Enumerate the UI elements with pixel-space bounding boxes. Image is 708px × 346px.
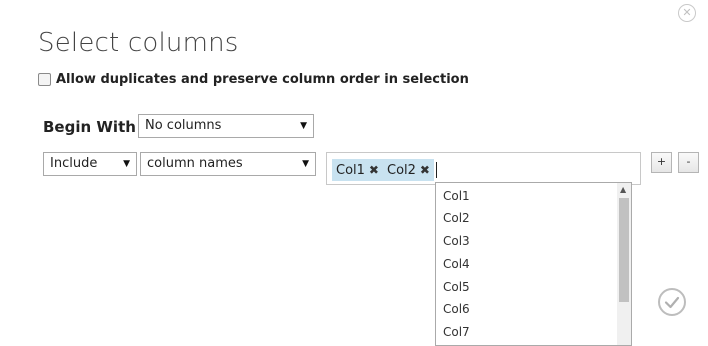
begin-with-select[interactable]: No columns ▼ bbox=[138, 114, 314, 138]
remove-rule-button[interactable]: - bbox=[678, 152, 699, 173]
column-tag: Col2 ✖ bbox=[383, 159, 434, 181]
begin-with-value: No columns bbox=[145, 118, 222, 133]
dropdown-option[interactable]: Col4 bbox=[443, 257, 470, 271]
x-icon[interactable]: ✖ bbox=[420, 163, 430, 177]
x-icon[interactable]: ✖ bbox=[369, 163, 379, 177]
column-type-select[interactable]: column names ▼ bbox=[140, 152, 316, 176]
triangle-down-icon: ▼ bbox=[300, 121, 307, 131]
column-tag-label: Col1 bbox=[336, 163, 365, 178]
dialog-title: Select columns bbox=[38, 28, 239, 58]
allow-duplicates-row[interactable]: Allow duplicates and preserve column ord… bbox=[38, 72, 469, 87]
scroll-up-arrow-icon[interactable]: ▲ bbox=[620, 185, 626, 194]
column-tag: Col1 ✖ bbox=[332, 159, 383, 181]
dropdown-option[interactable]: Col7 bbox=[443, 325, 470, 339]
include-value: Include bbox=[50, 156, 98, 171]
column-tag-input[interactable]: Col1 ✖ Col2 ✖ bbox=[326, 152, 641, 185]
begin-with-label: Begin With bbox=[43, 118, 136, 136]
dropdown-option[interactable]: Col5 bbox=[443, 280, 470, 294]
column-type-value: column names bbox=[147, 156, 243, 171]
column-dropdown-list[interactable]: Col1 Col2 Col3 Col4 Col5 Col6 Col7 ▲ bbox=[435, 182, 632, 346]
scrollbar-thumb[interactable] bbox=[619, 198, 629, 302]
triangle-down-icon: ▼ bbox=[123, 159, 130, 169]
dropdown-option[interactable]: Col6 bbox=[443, 302, 470, 316]
include-select[interactable]: Include ▼ bbox=[43, 152, 137, 176]
dropdown-scrollbar[interactable]: ▲ bbox=[617, 183, 631, 345]
allow-duplicates-checkbox[interactable] bbox=[38, 73, 51, 86]
add-rule-button[interactable]: + bbox=[651, 152, 672, 173]
confirm-button[interactable] bbox=[658, 288, 686, 316]
column-tag-label: Col2 bbox=[387, 163, 416, 178]
allow-duplicates-label: Allow duplicates and preserve column ord… bbox=[56, 72, 469, 87]
dropdown-option[interactable]: Col2 bbox=[443, 211, 470, 225]
triangle-down-icon: ▼ bbox=[302, 159, 309, 169]
dropdown-option[interactable]: Col1 bbox=[443, 189, 470, 203]
checkmark-icon bbox=[664, 296, 680, 309]
text-caret bbox=[436, 162, 437, 178]
dropdown-option[interactable]: Col3 bbox=[443, 234, 470, 248]
close-icon[interactable]: ✕ bbox=[678, 4, 696, 22]
